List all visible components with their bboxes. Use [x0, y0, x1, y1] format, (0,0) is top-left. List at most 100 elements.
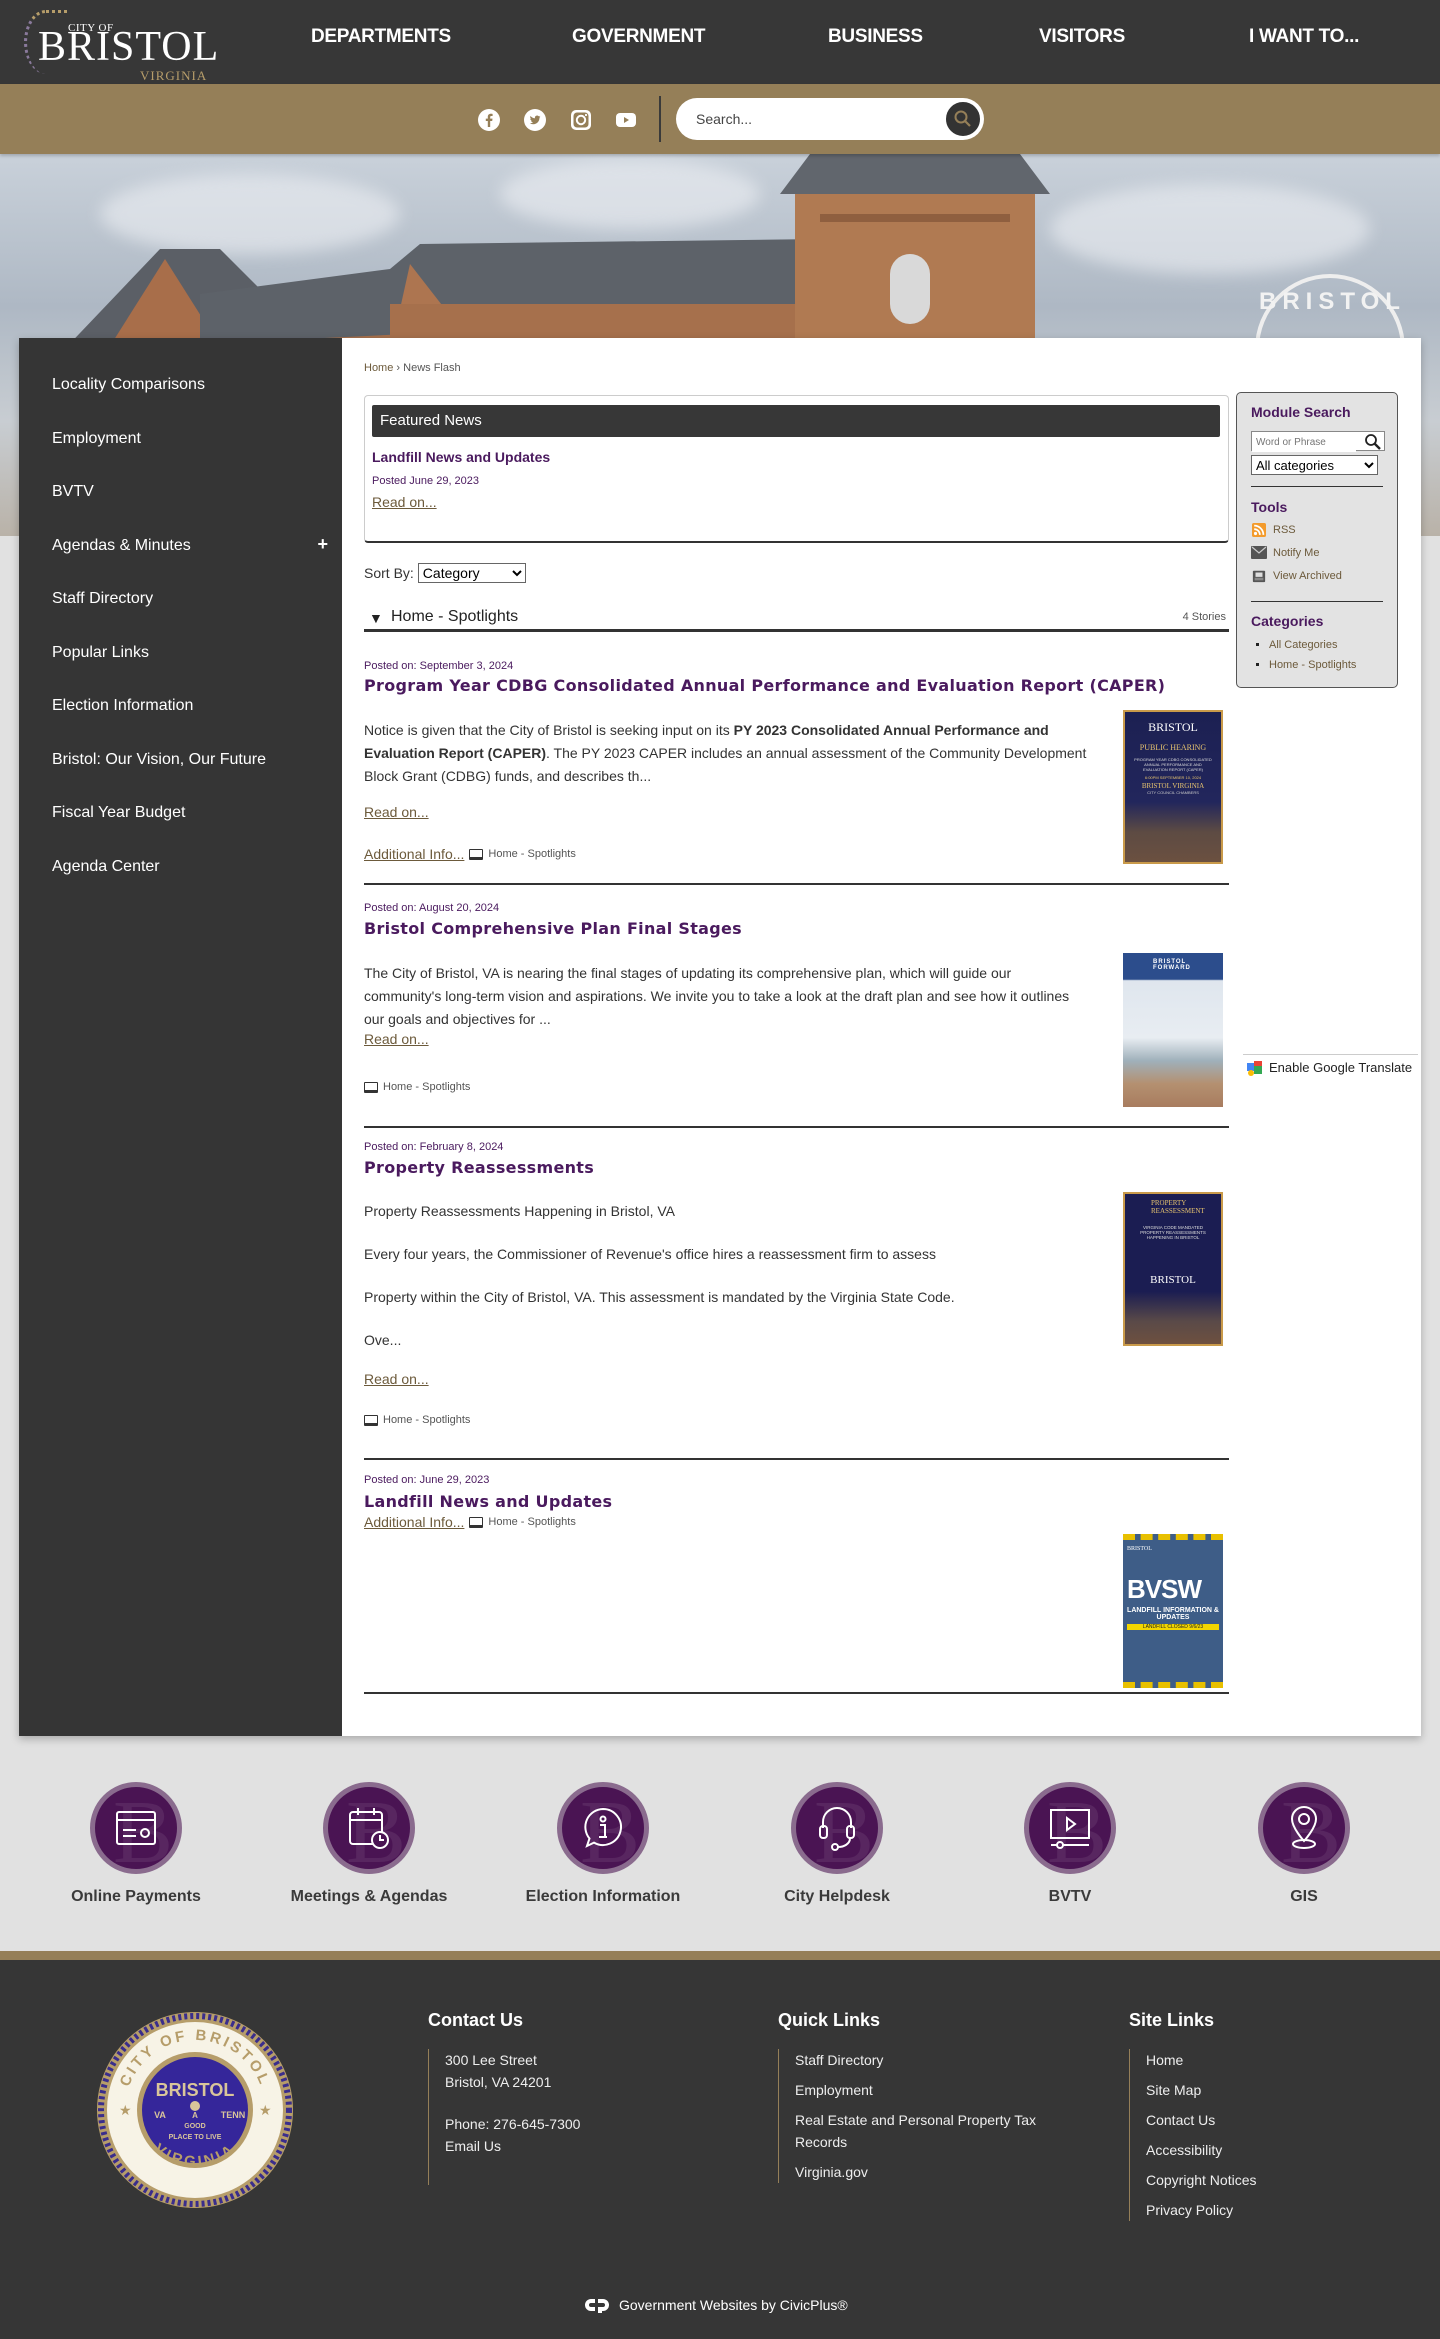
footer-link-virginia-gov[interactable]: Virginia.gov	[795, 2161, 1068, 2183]
sidebar-item-agenda-center[interactable]: Agenda Center	[52, 858, 160, 876]
category-header[interactable]: ▼ Home - Spotlights 4 Stories	[364, 608, 1229, 632]
site-search-input[interactable]	[696, 108, 936, 130]
category-name: Home - Spotlights	[391, 608, 519, 625]
footer-link-staff-directory[interactable]: Staff Directory	[795, 2049, 1068, 2071]
footer-quick-links: Quick Links Staff Directory Employment R…	[778, 2010, 1068, 2191]
sidebar-item-fiscal-year-budget[interactable]: Fiscal Year Budget	[52, 804, 185, 822]
youtube-icon[interactable]	[614, 108, 638, 132]
article-body: The City of Bristol, VA is nearing the f…	[364, 965, 1070, 1027]
search-button[interactable]	[944, 100, 982, 138]
article-title[interactable]: Landfill News and Updates	[364, 1492, 612, 1511]
instagram-icon[interactable]	[569, 108, 593, 132]
site-search	[676, 98, 984, 140]
quick-link-meetings-agendas[interactable]: B Meetings & Agendas	[269, 1782, 469, 1906]
main-nav: DEPARTMENTS GOVERNMENT BUSINESS VISITORS…	[0, 0, 1440, 78]
footer-link-copyright[interactable]: Copyright Notices	[1146, 2169, 1257, 2191]
notify-me-link[interactable]: Notify Me	[1251, 546, 1319, 560]
footer-contact-title: Contact Us	[428, 2010, 524, 2030]
article-body: Property Reassessments Happening in Bris…	[364, 1203, 955, 1348]
article-thumbnail[interactable]: BRISTOL FORWARD	[1123, 953, 1223, 1107]
nav-departments[interactable]: DEPARTMENTS	[311, 26, 451, 48]
sidebar-item-election-information[interactable]: Election Information	[52, 697, 193, 715]
footer-link-home[interactable]: Home	[1146, 2049, 1257, 2071]
google-translate-button[interactable]: Enable Google Translate	[1243, 1054, 1418, 1080]
nav-visitors[interactable]: VISITORS	[1039, 26, 1125, 48]
additional-info-link[interactable]: Additional Info...	[364, 846, 464, 862]
top-header: CITY OF BRISTOL VIRGINIA DEPARTMENTS GOV…	[0, 0, 1440, 84]
city-seal-logo: CITY OF BRISTOL VIRGINIA BRISTOL VA TENN…	[97, 2012, 293, 2208]
read-on-link[interactable]: Read on...	[364, 804, 429, 820]
footer-site-links-title: Site Links	[1129, 2010, 1215, 2030]
footer-address-line1: 300 Lee Street	[445, 2052, 537, 2068]
footer-link-contact-us[interactable]: Contact Us	[1146, 2109, 1257, 2131]
nav-i-want-to[interactable]: I WANT TO...	[1249, 26, 1359, 48]
sidebar-item-employment[interactable]: Employment	[52, 430, 141, 448]
quick-link-election-information[interactable]: B Election Information	[503, 1782, 703, 1906]
nav-government[interactable]: GOVERNMENT	[572, 26, 705, 48]
sidebar-item-bvtv[interactable]: BVTV	[52, 483, 94, 501]
train-station-building	[60, 154, 1050, 354]
footer-link-accessibility[interactable]: Accessibility	[1146, 2139, 1257, 2161]
breadcrumb-home[interactable]: Home	[364, 362, 393, 374]
rss-link[interactable]: RSS	[1251, 523, 1296, 537]
footer-email-link[interactable]: Email Us	[445, 2135, 580, 2157]
nav-business[interactable]: BUSINESS	[828, 26, 923, 48]
quick-link-online-payments[interactable]: B Online Payments	[36, 1782, 236, 1906]
article-title[interactable]: Property Reassessments	[364, 1158, 594, 1177]
sidebar-item-agendas-minutes[interactable]: Agendas & Minutes	[52, 537, 191, 555]
site-footer: CITY OF BRISTOL VIRGINIA BRISTOL VA TENN…	[0, 1951, 1440, 2339]
view-archived-link[interactable]: View Archived	[1251, 569, 1342, 583]
category-link-home-spotlights[interactable]: Home - Spotlights	[1269, 659, 1356, 671]
footer-quick-links-title: Quick Links	[778, 2010, 881, 2030]
facebook-icon[interactable]	[477, 108, 501, 132]
quick-link-gis[interactable]: B GIS	[1204, 1782, 1404, 1906]
sidebar-item-our-vision[interactable]: Bristol: Our Vision, Our Future	[52, 751, 266, 769]
featured-news-title[interactable]: Landfill News and Updates	[372, 449, 550, 465]
article-thumbnail[interactable]: PROPERTY REASSESSMENT VIRGINIA CODE MAND…	[1123, 1192, 1223, 1346]
quick-link-city-helpdesk[interactable]: B City Helpdesk	[737, 1782, 937, 1906]
civicplus-credit-text: Government Websites by CivicPlus®	[619, 2297, 848, 2313]
article-thumbnail[interactable]: BRISTOL PUBLIC HEARING PROGRAM YEAR CDBG…	[1123, 710, 1223, 864]
search-icon	[954, 110, 971, 127]
module-divider	[1251, 601, 1383, 602]
footer-phone: Phone: 276-645-7300	[445, 2116, 581, 2132]
article-title[interactable]: Program Year CDBG Consolidated Annual Pe…	[364, 676, 1165, 695]
article-title[interactable]: Bristol Comprehensive Plan Final Stages	[364, 919, 742, 938]
additional-info-link[interactable]: Additional Info...	[364, 1514, 464, 1530]
svg-text:GOOD: GOOD	[184, 2123, 205, 2130]
footer-address-line2: Bristol, VA 24201	[445, 2074, 552, 2090]
sort-by-select[interactable]: Category	[417, 563, 526, 583]
module-search-box	[1251, 431, 1385, 452]
sidebar-item-popular-links[interactable]: Popular Links	[52, 644, 149, 662]
read-on-link[interactable]: Read on...	[364, 1371, 429, 1387]
rss-icon	[1252, 523, 1266, 537]
civicplus-credit-link[interactable]: Government Websites by CivicPlus®	[585, 2297, 848, 2313]
sidebar-item-staff-directory[interactable]: Staff Directory	[52, 590, 153, 608]
news-article: Posted on: June 29, 2023 Landfill News a…	[364, 1470, 1229, 1694]
featured-read-on-link[interactable]: Read on...	[372, 494, 437, 510]
read-on-link[interactable]: Read on...	[364, 1031, 429, 1047]
breadcrumb-current: News Flash	[403, 362, 461, 374]
collapse-triangle-icon[interactable]: ▼	[369, 610, 383, 626]
twitter-icon[interactable]	[523, 108, 547, 132]
svg-text:VA: VA	[154, 2110, 166, 2120]
category-link-all[interactable]: All Categories	[1269, 639, 1337, 651]
module-category-select[interactable]: All categories	[1251, 455, 1378, 475]
footer-link-employment[interactable]: Employment	[795, 2079, 1068, 2101]
footer-link-privacy-policy[interactable]: Privacy Policy	[1146, 2199, 1257, 2221]
sidebar-item-locality-comparisons[interactable]: Locality Comparisons	[52, 376, 205, 394]
breadcrumb: Home › News Flash	[364, 362, 461, 374]
quick-link-bvtv[interactable]: B BVTV	[970, 1782, 1170, 1906]
expand-agendas-button[interactable]: +	[317, 534, 328, 555]
news-article: Posted on: August 20, 2024 Bristol Compr…	[364, 899, 1229, 1128]
article-category: Home - Spotlights	[488, 1516, 576, 1528]
article-meta: Home - Spotlights	[364, 1414, 470, 1426]
module-sidebar: Module Search All categories Tools RSS N…	[1236, 392, 1398, 688]
module-search-input[interactable]	[1252, 433, 1356, 452]
article-thumbnail[interactable]: BRISTOL BVSW LANDFILL INFORMATION & UPDA…	[1123, 1534, 1223, 1688]
search-icon[interactable]	[1364, 433, 1382, 451]
footer-link-site-map[interactable]: Site Map	[1146, 2079, 1257, 2101]
footer-link-tax-records[interactable]: Real Estate and Personal Property Tax Re…	[795, 2109, 1065, 2153]
article-date: Posted on: September 3, 2024	[364, 660, 514, 672]
article-category: Home - Spotlights	[383, 1081, 471, 1093]
